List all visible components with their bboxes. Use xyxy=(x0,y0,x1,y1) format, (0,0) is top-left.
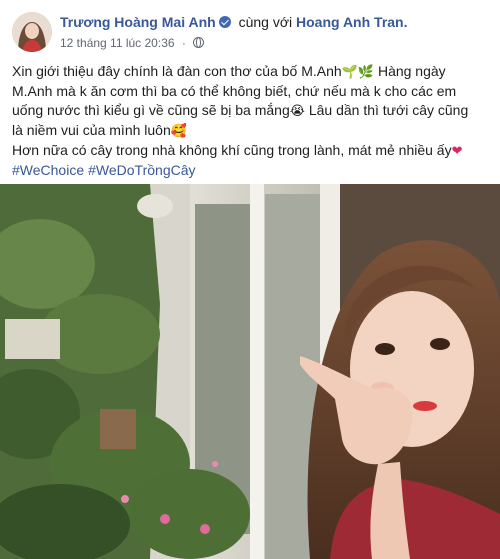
post-line-2: M.Anh mà k ăn cơm thì ba có thể không bi… xyxy=(12,82,492,101)
post-line-4: là niềm vui của mình luôn🥰 xyxy=(12,121,492,141)
smiling-hearts-emoji: 🥰 xyxy=(170,124,187,139)
red-heart-emoji: ❤ xyxy=(451,144,463,159)
line-5-text: Hơn nữa có cây trong nhà không khí cũng … xyxy=(12,142,452,158)
verified-badge-icon xyxy=(218,16,231,28)
post-line-3: uống nước thì kiểu gì về cũng sẽ bị ba m… xyxy=(12,101,492,121)
post-photo[interactable] xyxy=(0,184,500,559)
line-3-tail: Lâu dần thì tưới cây cũng xyxy=(304,102,469,118)
selfie-with-plants-image xyxy=(0,184,500,559)
line-2-text: M.Anh mà k ăn cơm thì ba có thể không bi… xyxy=(12,83,457,99)
with-text: cùng với xyxy=(238,14,293,30)
line-4-text: là niềm vui của mình luôn xyxy=(12,122,171,138)
hashtag-line: #WeChoice #WeDoTrồngCây xyxy=(12,161,492,180)
post-timestamp[interactable]: 12 tháng 11 lúc 20:36 xyxy=(60,36,175,50)
post-meta: 12 tháng 11 lúc 20:36 · xyxy=(60,35,480,51)
crying-emoji: 😭 xyxy=(289,104,305,119)
header-text: Trương Hoàng Mai Anh cùng với Hoang Anh … xyxy=(60,13,480,51)
line-3-text: uống nước thì kiểu gì về cũng sẽ bị ba m… xyxy=(12,102,290,118)
line-1-text: Xin giới thiệu đây chính là đàn con thơ … xyxy=(12,63,342,79)
line-1-tail: Hàng ngày xyxy=(374,63,446,79)
post-line-5: Hơn nữa có cây trong nhà không khí cũng … xyxy=(12,141,492,161)
author-line: Trương Hoàng Mai Anh cùng với Hoang Anh … xyxy=(60,13,480,31)
author-name[interactable]: Trương Hoàng Mai Anh xyxy=(60,14,216,30)
author-avatar[interactable] xyxy=(12,12,52,52)
meta-separator: · xyxy=(181,36,186,50)
tagged-user[interactable]: Hoang Anh Tran. xyxy=(296,14,407,30)
post-text: Xin giới thiệu đây chính là đàn con thơ … xyxy=(12,62,492,180)
seedling-herb-emoji: 🌱🌿 xyxy=(341,65,375,80)
hashtag-wedotrongcay[interactable]: #WeDoTrồngCây xyxy=(88,162,195,178)
globe-icon[interactable] xyxy=(193,37,205,48)
post-header: Trương Hoàng Mai Anh cùng với Hoang Anh … xyxy=(12,12,488,52)
hashtag-wechoice[interactable]: #WeChoice xyxy=(12,162,84,178)
facebook-post: Trương Hoàng Mai Anh cùng với Hoang Anh … xyxy=(0,0,500,559)
post-line-1: Xin giới thiệu đây chính là đàn con thơ … xyxy=(12,62,492,82)
